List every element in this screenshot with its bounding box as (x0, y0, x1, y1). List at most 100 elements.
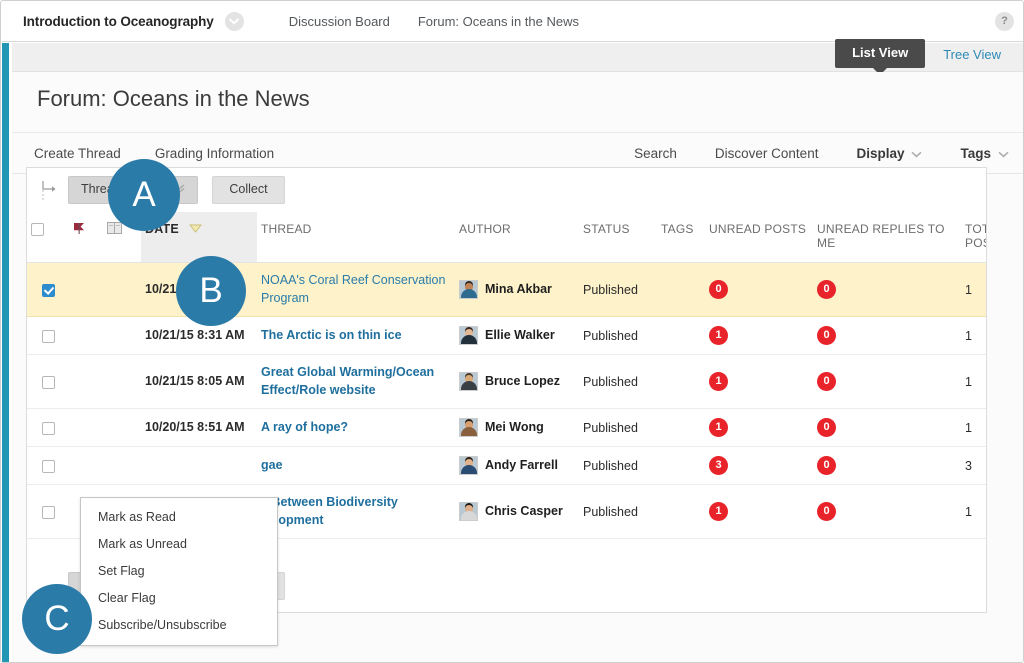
row-unread-replies-cell: 0 (813, 409, 961, 447)
row-checkbox-cell[interactable] (27, 485, 69, 539)
header-author[interactable]: AUTHOR (455, 212, 579, 263)
header-total-posts[interactable]: TOTAL POSTS (961, 212, 987, 263)
context-menu-item[interactable]: Subscribe/Unsubscribe (81, 612, 277, 639)
help-icon[interactable]: ? (995, 12, 1014, 31)
row-thread-cell[interactable]: gae (257, 447, 455, 485)
header-status[interactable]: STATUS (579, 212, 657, 263)
status-badge: Published (583, 505, 638, 519)
header-select-all[interactable] (27, 212, 69, 263)
total-posts-value: 1 (965, 375, 972, 389)
row-status-cell: Published (579, 485, 657, 539)
header-flag[interactable] (69, 212, 103, 263)
table-row[interactable]: 10/20/15 8:51 AMA ray of hope?Mei WongPu… (27, 409, 987, 447)
thread-actions-context-menu: Mark as ReadMark as UnreadSet FlagClear … (80, 497, 278, 646)
row-unread-posts-cell: 1 (705, 485, 813, 539)
row-checkbox-cell[interactable] (27, 355, 69, 409)
table-row[interactable]: 10/21/15 9:30 AMNOAA's Coral Reef Conser… (27, 263, 987, 317)
tags-menu[interactable]: Tags (960, 146, 1009, 161)
create-thread-button[interactable]: Create Thread (34, 146, 121, 161)
table-row[interactable]: gaeAndy FarrellPublished303 (27, 447, 987, 485)
context-menu-item[interactable]: Mark as Unread (81, 531, 277, 558)
chevron-down-circle-icon[interactable] (225, 12, 244, 31)
row-checkbox-cell[interactable] (27, 317, 69, 355)
thread-link[interactable]: NOAA's Coral Reef Conservation Program (261, 272, 451, 307)
header-unread-replies-to-me[interactable]: UNREAD REPLIES TO ME (813, 212, 961, 263)
thread-link[interactable]: A ray of hope? (261, 419, 451, 437)
row-checkbox[interactable] (42, 422, 55, 435)
row-checkbox[interactable] (42, 460, 55, 473)
row-thread-cell[interactable]: A ray of hope? (257, 409, 455, 447)
context-menu-item[interactable]: Clear Flag (81, 585, 277, 612)
row-total-posts-cell: 1 (961, 355, 987, 409)
row-read-cell[interactable] (103, 409, 141, 447)
row-flag-cell[interactable] (69, 317, 103, 355)
unread-replies-badge: 0 (817, 372, 836, 391)
row-checkbox-cell[interactable] (27, 447, 69, 485)
avatar-body (461, 335, 477, 344)
course-navigation-bar: Introduction to Oceanography Discussion … (2, 2, 1024, 42)
unread-replies-badge: 0 (817, 418, 836, 437)
row-checkbox-cell[interactable] (27, 263, 69, 317)
grading-information-button[interactable]: Grading Information (155, 146, 274, 161)
row-unread-posts-cell: 0 (705, 263, 813, 317)
row-thread-cell[interactable]: e Between Biodiversity velopment (257, 485, 455, 539)
thread-link[interactable]: gae (261, 457, 451, 475)
row-checkbox[interactable] (42, 284, 55, 297)
row-tags-cell (657, 317, 705, 355)
discover-content-button[interactable]: Discover Content (715, 146, 819, 161)
select-all-checkbox[interactable] (31, 223, 44, 236)
row-thread-cell[interactable]: The Arctic is on thin ice (257, 317, 455, 355)
display-menu-label: Display (856, 146, 904, 161)
row-flag-cell[interactable] (69, 409, 103, 447)
author: Andy Farrell (459, 456, 575, 475)
row-status-cell: Published (579, 409, 657, 447)
total-posts-value: 3 (965, 459, 972, 473)
row-read-cell[interactable] (103, 263, 141, 317)
row-tags-cell (657, 355, 705, 409)
row-read-cell[interactable] (103, 317, 141, 355)
header-thread[interactable]: THREAD (257, 212, 455, 263)
avatar (459, 456, 478, 475)
search-button[interactable]: Search (634, 146, 677, 161)
total-posts-value: 1 (965, 283, 972, 297)
display-menu[interactable]: Display (856, 146, 922, 161)
row-unread-replies-cell: 0 (813, 263, 961, 317)
row-checkbox[interactable] (42, 330, 55, 343)
row-thread-cell[interactable]: Great Global Warming/Ocean Effect/Role w… (257, 355, 455, 409)
table-row[interactable]: 10/21/15 8:31 AMThe Arctic is on thin ic… (27, 317, 987, 355)
breadcrumb-forum[interactable]: Forum: Oceans in the News (418, 14, 579, 29)
tab-list-view[interactable]: List View (835, 39, 925, 68)
row-flag-cell[interactable] (69, 447, 103, 485)
action-bar-right: Search Discover Content Display Tags (596, 146, 1009, 161)
row-checkbox[interactable] (42, 376, 55, 389)
tab-tree-view[interactable]: Tree View (925, 39, 1007, 70)
thread-link[interactable]: e Between Biodiversity velopment (261, 494, 451, 529)
thread-link[interactable]: The Arctic is on thin ice (261, 327, 451, 345)
row-checkbox[interactable] (42, 506, 55, 519)
row-unread-replies-cell: 0 (813, 447, 961, 485)
row-unread-posts-cell: 1 (705, 317, 813, 355)
row-flag-cell[interactable] (69, 263, 103, 317)
row-checkbox-cell[interactable] (27, 409, 69, 447)
row-unread-replies-cell: 0 (813, 485, 961, 539)
row-date-cell: 10/21/15 8:05 AM (141, 355, 257, 409)
context-menu-item[interactable]: Set Flag (81, 558, 277, 585)
table-row[interactable]: 10/21/15 8:05 AMGreat Global Warming/Oce… (27, 355, 987, 409)
header-unread-posts[interactable]: UNREAD POSTS (705, 212, 813, 263)
collect-button-top[interactable]: Collect (212, 176, 284, 204)
thread-link[interactable]: Great Global Warming/Ocean Effect/Role w… (261, 364, 451, 399)
row-read-cell[interactable] (103, 355, 141, 409)
avatar (459, 326, 478, 345)
row-thread-cell[interactable]: NOAA's Coral Reef Conservation Program (257, 263, 455, 317)
author: Bruce Lopez (459, 372, 575, 391)
header-tags[interactable]: TAGS (657, 212, 705, 263)
context-menu-item[interactable]: Mark as Read (81, 504, 277, 531)
row-total-posts-cell: 1 (961, 485, 987, 539)
row-flag-cell[interactable] (69, 355, 103, 409)
row-read-cell[interactable] (103, 447, 141, 485)
row-status-cell: Published (579, 263, 657, 317)
unread-posts-badge: 1 (709, 418, 728, 437)
breadcrumb-discussion-board[interactable]: Discussion Board (289, 14, 390, 29)
callout-marker-c: C (22, 584, 92, 654)
view-toggle-row: List View Tree View (12, 43, 1023, 72)
